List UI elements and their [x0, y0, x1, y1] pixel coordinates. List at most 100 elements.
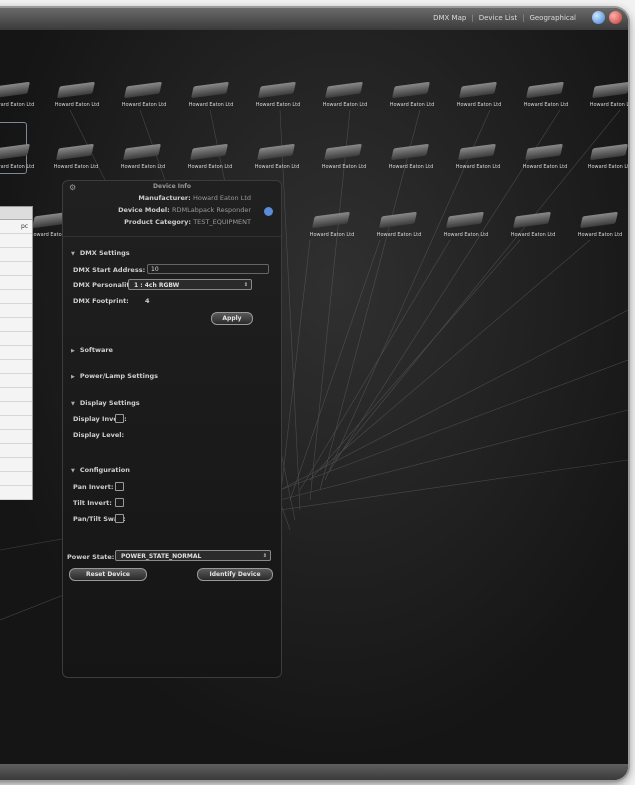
category-value: TEST_EQUIPMENT — [193, 218, 251, 226]
device-node[interactable]: Howard Eaton Ltd — [568, 208, 628, 246]
list-row[interactable] — [0, 444, 32, 458]
power-state-label: Power State: — [67, 553, 115, 561]
device-label: Howard Eaton Ltd — [53, 164, 99, 170]
device-icon — [323, 143, 363, 161]
display-invert-checkbox[interactable] — [115, 414, 124, 423]
device-node[interactable]: Howard Eaton Ltd — [45, 78, 109, 116]
identify-device-button[interactable]: Identify Device — [197, 568, 273, 581]
category-row: Product Category: TEST_EQUIPMENT — [63, 218, 251, 226]
device-node[interactable]: Howard Eaton Ltd — [44, 140, 108, 178]
list-row[interactable] — [0, 360, 32, 374]
device-node[interactable]: Howard Eaton Ltd — [0, 78, 44, 116]
device-node[interactable]: Howard Eaton Ltd — [312, 140, 376, 178]
reset-device-button[interactable]: Reset Device — [69, 568, 147, 581]
info-icon[interactable] — [264, 207, 273, 216]
manufacturer-value: Howard Eaton Ltd — [192, 194, 251, 202]
list-row[interactable] — [0, 318, 32, 332]
section-software[interactable]: ▶ Software — [71, 346, 113, 354]
nav-separator: | — [471, 14, 474, 22]
list-row[interactable] — [0, 304, 32, 318]
section-display-settings[interactable]: ▼ Display Settings — [71, 399, 140, 407]
device-node[interactable]: Howard Eaton Ltd — [501, 208, 565, 246]
model-value: RDMLabpack Responder — [171, 206, 251, 214]
device-node[interactable]: Howard Eaton Ltd — [178, 140, 242, 178]
section-configuration[interactable]: ▼ Configuration — [71, 466, 130, 474]
device-icon — [591, 81, 628, 99]
list-row[interactable] — [0, 332, 32, 346]
section-dmx-settings[interactable]: ▼ DMX Settings — [71, 249, 130, 257]
pan-invert-label: Pan Invert: — [73, 483, 114, 491]
device-icon — [55, 143, 95, 161]
device-node[interactable]: Howard Eaton Ltd — [380, 78, 444, 116]
device-node[interactable]: Howard Eaton Ltd — [111, 140, 175, 178]
list-row[interactable] — [0, 262, 32, 276]
device-label: Howard Eaton Ltd — [388, 164, 434, 170]
list-row[interactable] — [0, 346, 32, 360]
dmx-personality-select[interactable]: 1 : 4ch RGBW ⇕ — [128, 279, 252, 290]
device-label: Howard Eaton Ltd — [188, 102, 234, 108]
device-icon — [256, 143, 296, 161]
list-row[interactable] — [0, 388, 32, 402]
list-row[interactable] — [0, 248, 32, 262]
list-row[interactable]: pc — [0, 220, 32, 234]
list-row[interactable] — [0, 472, 32, 486]
device-info-panel: ⚙ Device Info Manufacturer: Howard Eaton… — [62, 180, 282, 678]
device-node[interactable]: Howard Eaton Ltd — [367, 208, 431, 246]
dmx-personality-label: DMX Personality: — [73, 281, 137, 289]
device-map-canvas[interactable]: Howard Eaton Ltd Howard Eaton Ltd Howard… — [0, 30, 628, 764]
list-row[interactable] — [0, 430, 32, 444]
apply-button[interactable]: Apply — [211, 312, 253, 325]
dmx-start-address-label: DMX Start Address: — [73, 266, 146, 274]
device-node[interactable]: Howard Eaton Ltd — [245, 140, 309, 178]
list-row[interactable] — [0, 416, 32, 430]
device-node[interactable]: Howard Eaton Ltd — [434, 208, 498, 246]
device-node[interactable]: Howard Eaton Ltd — [580, 78, 628, 116]
power-state-select[interactable]: POWER_STATE_NORMAL ⇕ — [115, 550, 271, 561]
device-label: Howard Eaton Ltd — [322, 102, 368, 108]
list-row[interactable] — [0, 234, 32, 248]
device-node[interactable]: Howard Eaton Ltd — [179, 78, 243, 116]
device-label: Howard Eaton Ltd — [309, 232, 355, 238]
device-node[interactable]: Howard Eaton Ltd — [246, 78, 310, 116]
manufacturer-label: Manufacturer: — [138, 194, 191, 202]
pan-invert-checkbox[interactable] — [115, 482, 124, 491]
device-node[interactable]: Howard Eaton Ltd — [112, 78, 176, 116]
device-node[interactable]: Howard Eaton Ltd — [514, 78, 578, 116]
device-label: Howard Eaton Ltd — [0, 164, 35, 170]
device-node[interactable]: Howard Eaton Ltd — [379, 140, 443, 178]
pan-tilt-swap-checkbox[interactable] — [115, 514, 124, 523]
device-node[interactable]: Howard Eaton Ltd — [578, 140, 628, 178]
close-icon[interactable] — [609, 11, 622, 24]
device-node[interactable]: Howard Eaton Ltd — [446, 140, 510, 178]
device-node[interactable]: Howard Eaton Ltd — [447, 78, 511, 116]
dmx-start-address-input[interactable]: 10 — [147, 264, 269, 274]
device-label: Howard Eaton Ltd — [255, 102, 301, 108]
list-row[interactable] — [0, 374, 32, 388]
app-window: DMX Map | Device List | Geographical ard… — [0, 8, 628, 780]
device-icon — [0, 81, 31, 99]
device-label: Howard Eaton Ltd — [389, 102, 435, 108]
list-row[interactable] — [0, 402, 32, 416]
device-icon — [458, 81, 498, 99]
device-node[interactable]: Howard Eaton Ltd — [513, 140, 577, 178]
device-node[interactable]: Howard Eaton Ltd — [0, 140, 44, 178]
device-icon — [189, 143, 229, 161]
device-node[interactable]: Howard Eaton Ltd — [313, 78, 377, 116]
model-row: Device Model: RDMLabpack Responder — [63, 206, 251, 214]
triangle-down-icon: ▼ — [71, 251, 75, 257]
select-arrows-icon: ⇕ — [243, 282, 248, 288]
nav-dmx-map[interactable]: DMX Map — [433, 14, 466, 22]
device-icon — [457, 143, 497, 161]
chat-icon[interactable] — [592, 11, 605, 24]
section-power-lamp[interactable]: ▶ Power/Lamp Settings — [71, 372, 158, 380]
section-heading: Software — [79, 346, 113, 354]
list-row[interactable] — [0, 486, 32, 500]
device-node[interactable]: Howard Eaton Ltd — [300, 208, 364, 246]
tilt-invert-checkbox[interactable] — [115, 498, 124, 507]
nav-device-list[interactable]: Device List — [479, 14, 517, 22]
footprint-value: 4 — [145, 297, 150, 305]
nav-geographical[interactable]: Geographical — [529, 14, 576, 22]
list-row[interactable] — [0, 458, 32, 472]
list-row[interactable] — [0, 290, 32, 304]
list-row[interactable] — [0, 276, 32, 290]
